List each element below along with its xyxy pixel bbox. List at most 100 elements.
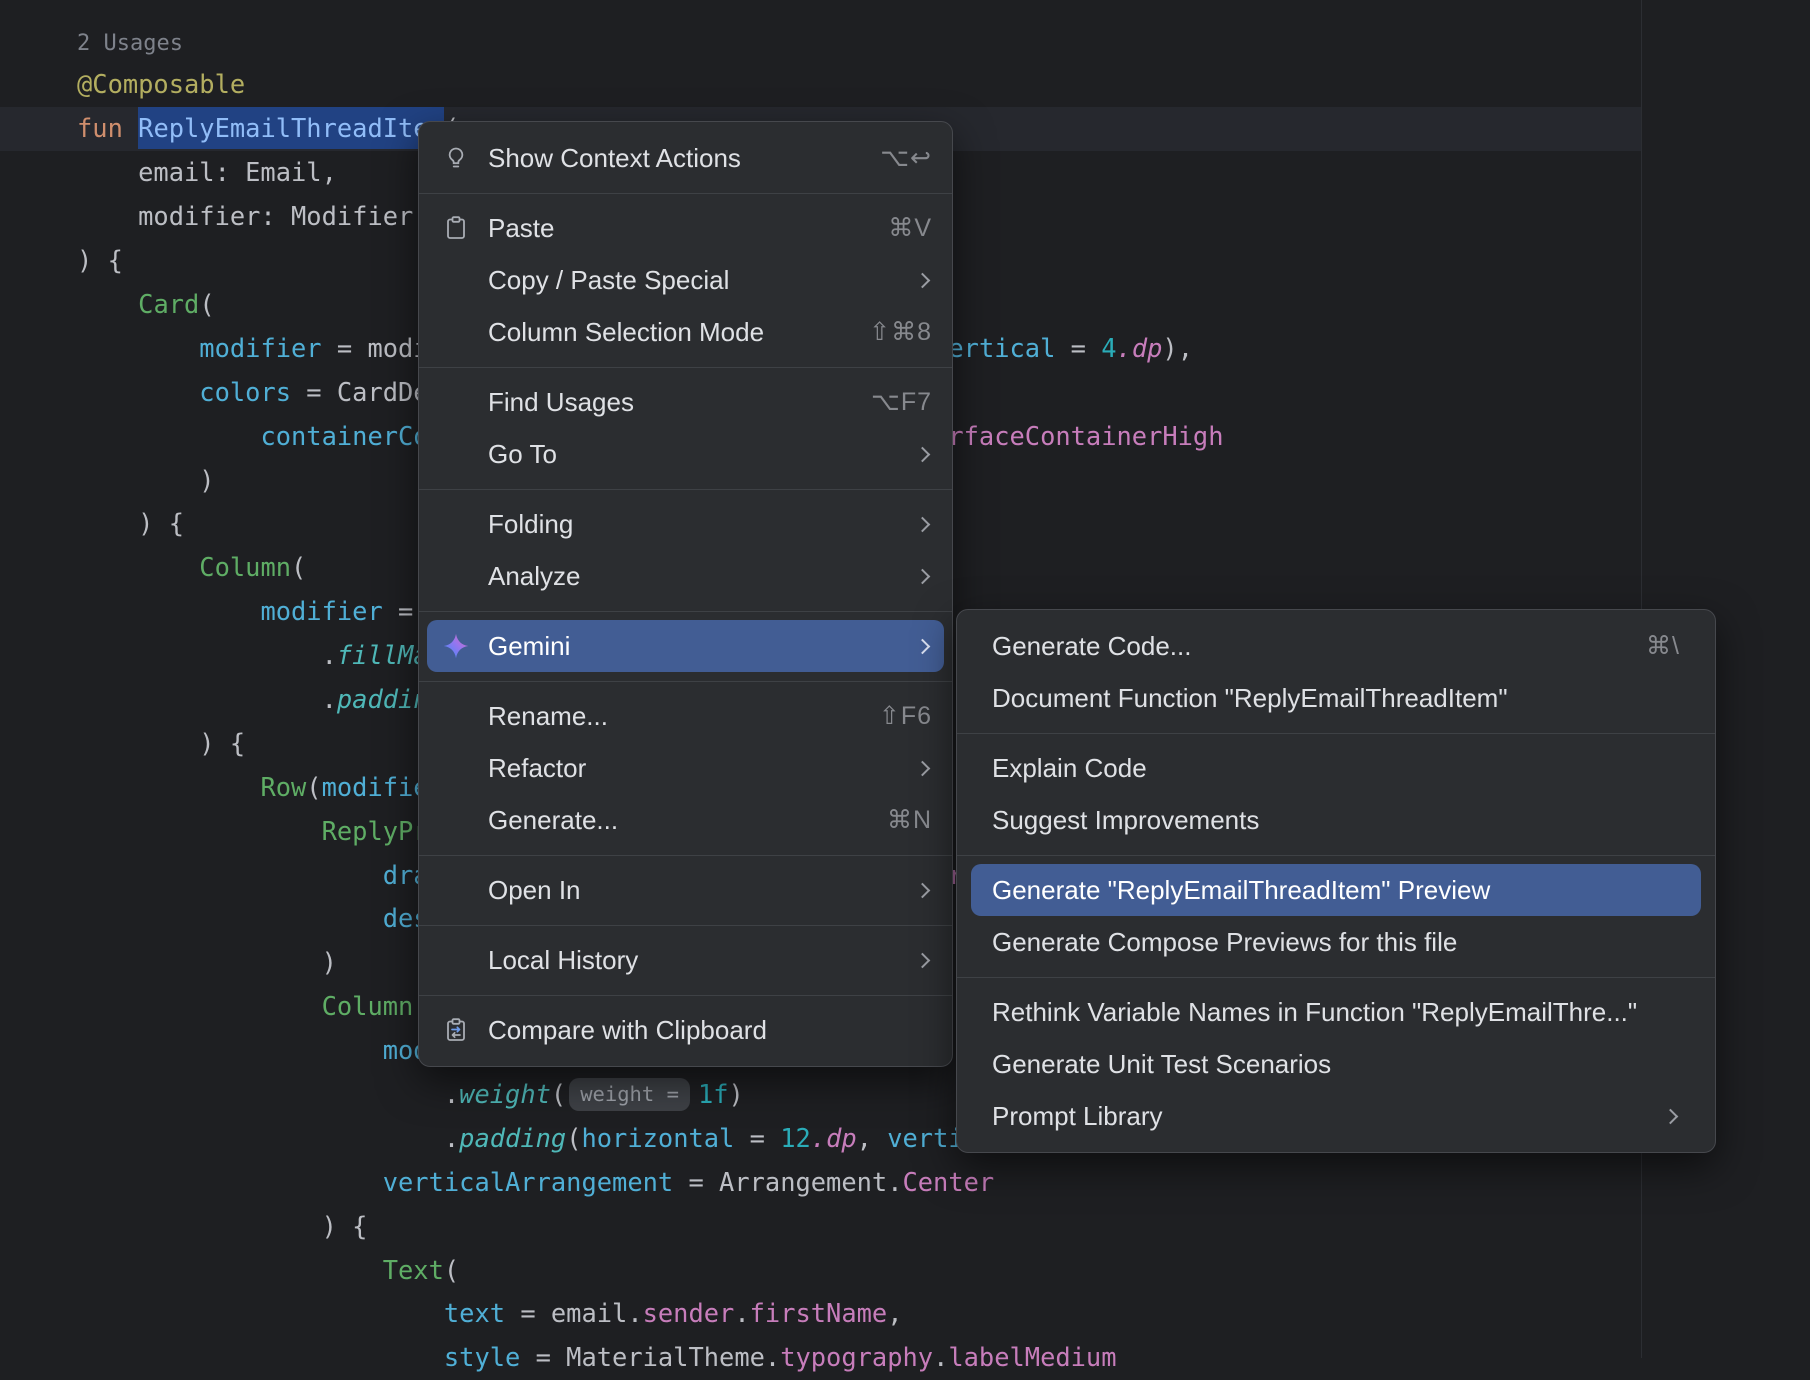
code-token: modifier	[260, 596, 382, 626]
shortcut-hint: ⌘V	[888, 213, 932, 243]
code-token: (	[566, 1123, 581, 1153]
menu-item-local-history[interactable]: Local History	[427, 934, 944, 986]
menu-item-compare-with-clipboard[interactable]: Compare with Clipboard	[427, 1004, 944, 1056]
submenu-arrow-icon	[915, 272, 931, 288]
menu-item-folding[interactable]: Folding	[427, 498, 944, 550]
code-token: .dp	[1117, 333, 1163, 363]
menu-item-label: Local History	[488, 945, 638, 976]
code-token	[77, 1255, 383, 1285]
code-token: )	[77, 465, 215, 495]
gemini-submenu: Generate Code... ⌘\ Document Function "R…	[956, 609, 1716, 1153]
code-token: ,	[887, 1298, 902, 1328]
code-token	[77, 860, 383, 890]
code-line: 2 Usages	[0, 20, 1810, 64]
clipboard-icon	[439, 215, 473, 241]
code-token: 12	[780, 1123, 811, 1153]
code-token: = Arrangement.	[673, 1167, 902, 1197]
menu-item-gemini[interactable]: Gemini	[427, 620, 944, 672]
code-token: (	[306, 772, 321, 802]
code-token: Column	[199, 552, 291, 582]
submenu-arrow-icon	[915, 568, 931, 584]
usages-inlay-hint[interactable]: 2 Usages	[77, 31, 183, 56]
code-token: style	[444, 1342, 520, 1372]
code-token: (	[551, 1079, 566, 1109]
menu-item-generate-preview[interactable]: Generate "ReplyEmailThreadItem" Preview	[971, 864, 1701, 916]
submenu-arrow-icon	[915, 638, 931, 654]
menu-item-label: Copy / Paste Special	[488, 265, 729, 296]
menu-separator	[957, 733, 1715, 734]
shortcut-hint: ⌥↩	[880, 143, 932, 173]
code-token: surfaceContainerHigh	[918, 421, 1224, 451]
code-token	[77, 816, 322, 846]
menu-item-column-selection-mode[interactable]: Column Selection Mode ⇧⌘8	[427, 306, 944, 358]
code-token: labelMedium	[948, 1342, 1116, 1372]
code-token	[77, 991, 322, 1021]
code-token: .	[77, 684, 337, 714]
menu-item-prompt-library[interactable]: Prompt Library	[971, 1090, 1701, 1142]
menu-item-document-function[interactable]: Document Function "ReplyEmailThreadItem"	[971, 672, 1701, 724]
code-token: firstName	[750, 1298, 888, 1328]
code-token	[77, 1298, 444, 1328]
menu-item-rethink-variable-names[interactable]: Rethink Variable Names in Function "Repl…	[971, 986, 1701, 1038]
menu-item-refactor[interactable]: Refactor	[427, 742, 944, 794]
parameter-name-inlay-hint: weight =	[569, 1078, 690, 1111]
code-token: ),	[1162, 333, 1193, 363]
code-token	[77, 377, 199, 407]
code-token: ) {	[77, 508, 184, 538]
menu-item-explain-code[interactable]: Explain Code	[971, 742, 1701, 794]
code-token: =	[734, 1123, 780, 1153]
code-line: ) {	[0, 1205, 1810, 1249]
menu-item-label: Paste	[488, 213, 555, 244]
code-token: ) {	[77, 1211, 367, 1241]
menu-item-generate[interactable]: Generate... ⌘N	[427, 794, 944, 846]
code-token: fun	[77, 113, 138, 143]
menu-separator	[419, 611, 952, 612]
code-token: 4	[1101, 333, 1116, 363]
menu-item-open-in[interactable]: Open In	[427, 864, 944, 916]
menu-item-label: Show Context Actions	[488, 143, 741, 174]
shortcut-hint: ⌘\	[1646, 631, 1680, 661]
code-token: (	[291, 552, 306, 582]
menu-item-generate-compose-previews[interactable]: Generate Compose Previews for this file	[971, 916, 1701, 968]
selected-identifier: ReplyEmailThreadItem	[138, 107, 444, 149]
menu-separator	[419, 925, 952, 926]
menu-item-label: Column Selection Mode	[488, 317, 764, 348]
menu-separator	[419, 681, 952, 682]
code-token: horizontal	[581, 1123, 734, 1153]
menu-item-label: Refactor	[488, 753, 586, 784]
menu-item-go-to[interactable]: Go To	[427, 428, 944, 480]
menu-item-analyze[interactable]: Analyze	[427, 550, 944, 602]
menu-item-generate-code[interactable]: Generate Code... ⌘\	[971, 620, 1701, 672]
code-token: padding	[459, 1123, 566, 1153]
submenu-arrow-icon	[1663, 1108, 1679, 1124]
ide-screen: { "palette": { "editor_background": "#1E…	[0, 0, 1810, 1358]
menu-item-find-usages[interactable]: Find Usages ⌥F7	[427, 376, 944, 428]
menu-separator	[419, 855, 952, 856]
code-token: ) {	[77, 728, 245, 758]
menu-item-suggest-improvements[interactable]: Suggest Improvements	[971, 794, 1701, 846]
menu-item-label: Generate "ReplyEmailThreadItem" Preview	[992, 875, 1490, 906]
menu-separator	[419, 489, 952, 490]
code-token: weight	[459, 1079, 551, 1109]
code-token: )	[77, 947, 337, 977]
code-line: Text(	[0, 1249, 1810, 1293]
code-token: sender	[643, 1298, 735, 1328]
shortcut-hint: ⌘N	[887, 805, 932, 835]
code-line: text = email.sender.firstName,	[0, 1292, 1810, 1336]
menu-item-label: Explain Code	[992, 753, 1147, 784]
menu-item-copy-paste-special[interactable]: Copy / Paste Special	[427, 254, 944, 306]
menu-item-label: Go To	[488, 439, 557, 470]
code-token: .	[734, 1298, 749, 1328]
menu-item-show-context-actions[interactable]: Show Context Actions ⌥↩	[427, 132, 944, 184]
menu-item-generate-unit-test-scenarios[interactable]: Generate Unit Test Scenarios	[971, 1038, 1701, 1090]
code-line: verticalArrangement = Arrangement.Center	[0, 1161, 1810, 1205]
code-token	[77, 421, 260, 451]
menu-item-label: Generate Code...	[992, 631, 1191, 662]
menu-item-rename[interactable]: Rename... ⇧F6	[427, 690, 944, 742]
menu-separator	[419, 995, 952, 996]
code-token: Card	[138, 289, 199, 319]
code-token	[77, 596, 260, 626]
code-token: = MaterialTheme.	[520, 1342, 780, 1372]
code-token: typography	[780, 1342, 933, 1372]
menu-item-paste[interactable]: Paste ⌘V	[427, 202, 944, 254]
